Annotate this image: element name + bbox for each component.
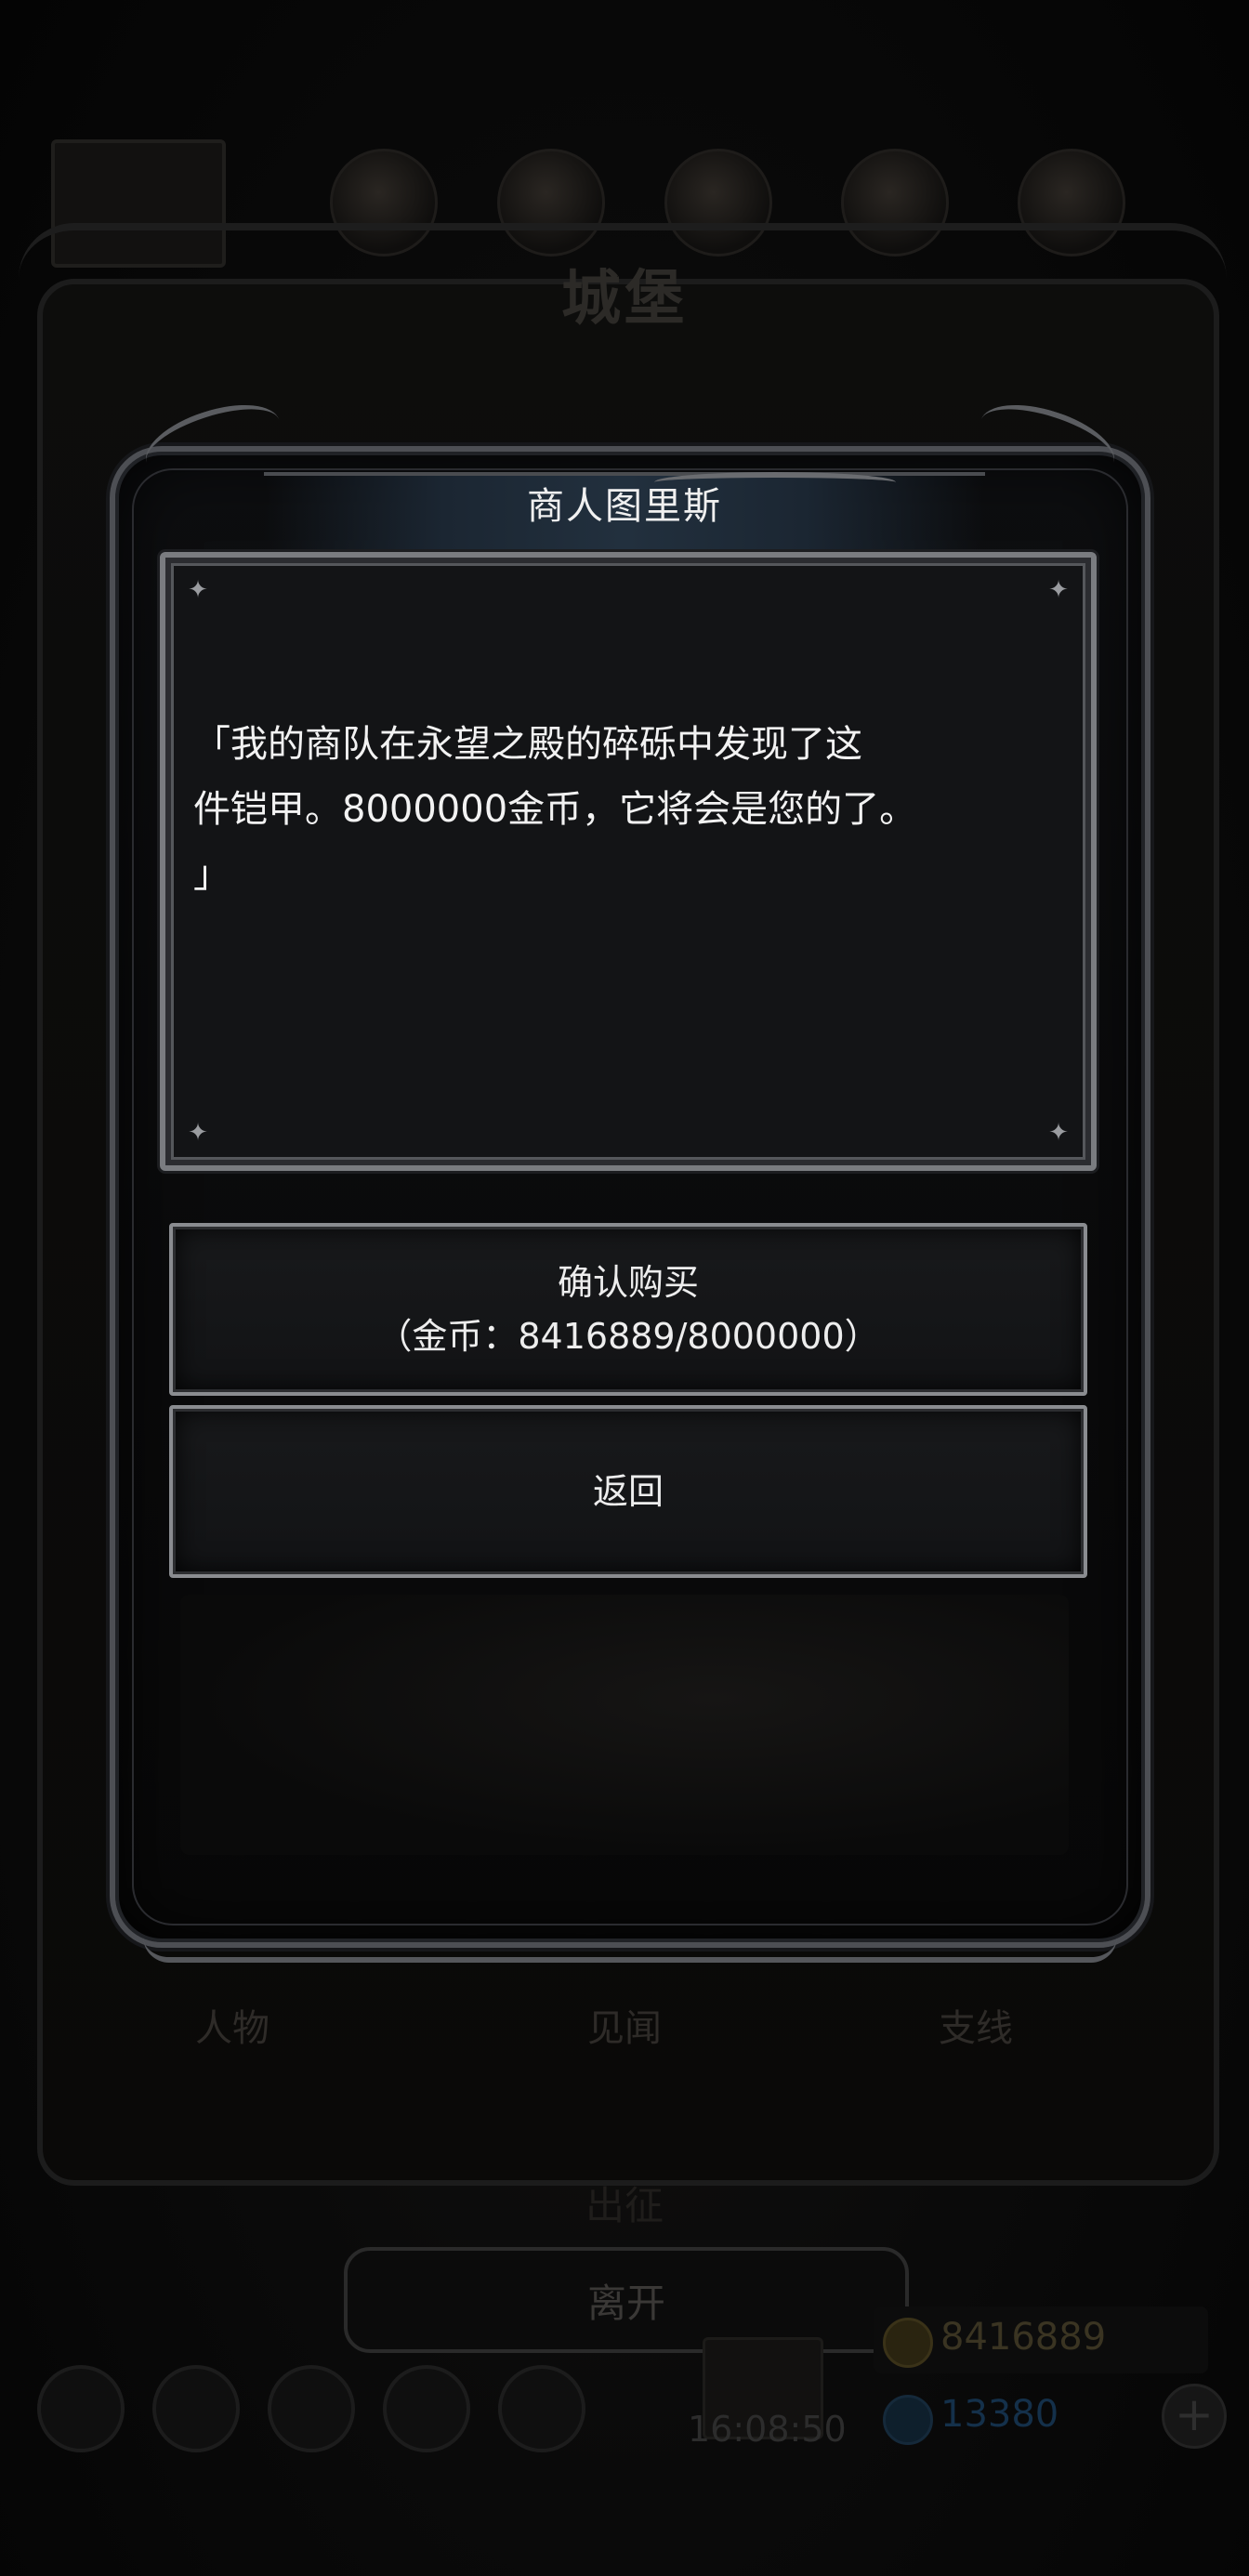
gem-amount: 13380 [940,2393,1059,2436]
clock: 16:08:50 [688,2409,847,2450]
castle-title: 城堡 [561,265,688,334]
confirm-purchase-label: 确认购买 [557,1262,699,1303]
face-icon [152,2365,240,2452]
tab-character: 人物 [195,2007,270,2050]
gem-icon [883,2395,933,2445]
sparkle-icon: ✦ [188,1119,208,1147]
background-tab-bar: 人物 见闻 支线 [56,1998,1193,2072]
tab-sidequest: 支线 [939,2007,1013,2050]
book-icon [383,2365,470,2452]
dialog-text: 「我的商队在永望之殿的碎砾中发现了这 件铠甲。8000000金币，它将会是您的了… [193,723,917,896]
tab-knowledge: 见闻 [587,2007,662,2050]
gem-counter: 13380 [874,2385,1162,2452]
gold-cost-label: （金币：8416889/8000000） [376,1316,880,1357]
dialog-ornament-bottom [143,1937,1117,1963]
dock-icon-bar [37,2365,613,2452]
sparkle-icon: ✦ [188,576,208,604]
dialog-empty-area [180,1595,1069,1855]
march-label: 出征 [585,2183,664,2228]
merchant-dialog: 商人图里斯 ✦ ✦ ✦ ✦ 「我的商队在永望之殿的碎砾中发现了这 件铠甲。800… [110,390,1150,1963]
back-button-label: 返回 [592,1471,664,1512]
gold-counter: 8416889 [874,2307,1208,2373]
leave-button-label: 离开 [586,2280,665,2326]
confirm-purchase-button[interactable]: 确认购买 （金币：8416889/8000000） [169,1223,1087,1396]
gold-amount: 8416889 [940,2316,1107,2359]
back-button[interactable]: 返回 [169,1405,1087,1578]
sparkle-icon: ✦ [1048,576,1069,604]
box-icon [498,2365,585,2452]
bag-icon [268,2365,355,2452]
plus-icon: + [1162,2384,1227,2449]
dialog-title: 商人图里斯 [527,485,722,528]
leave-button: 离开 [344,2247,909,2353]
settings-icon [37,2365,125,2452]
sparkle-icon: ✦ [1048,1119,1069,1147]
gold-coin-icon [883,2318,933,2368]
dialog-text-panel: ✦ ✦ ✦ ✦ 「我的商队在永望之殿的碎砾中发现了这 件铠甲。8000000金币… [160,552,1097,1171]
